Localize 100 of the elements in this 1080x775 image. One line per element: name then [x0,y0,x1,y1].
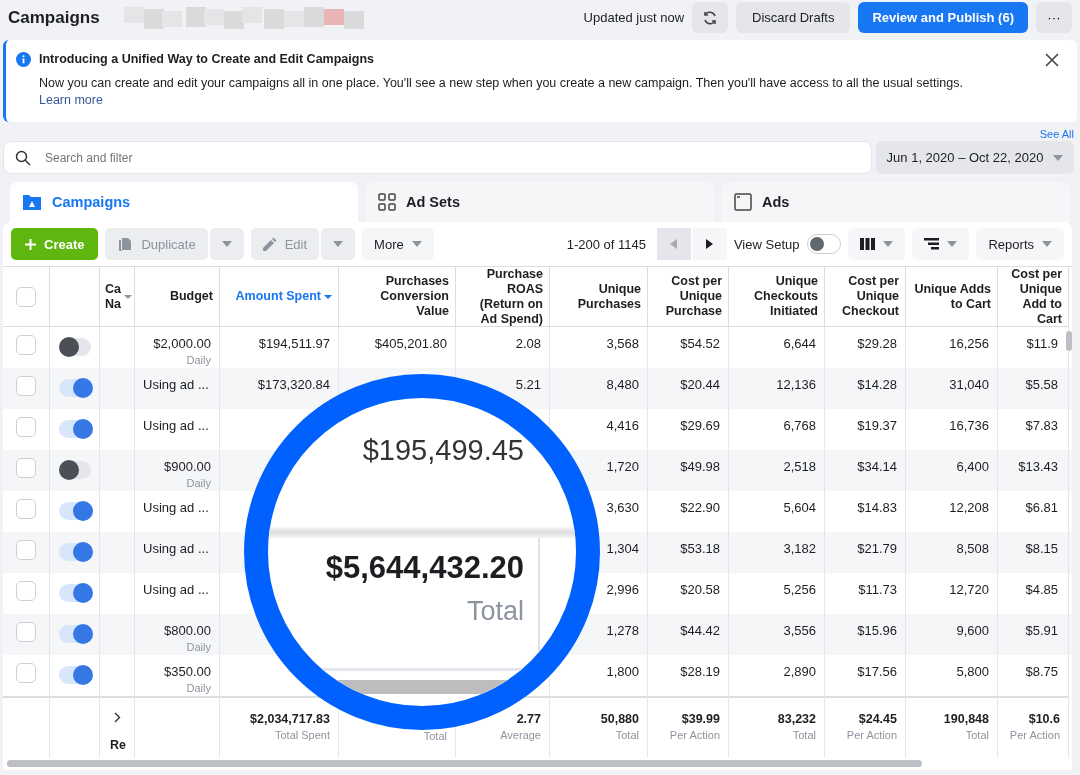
table-cell: $34.14 [857,459,897,474]
budget-value: Using ad ... [143,377,209,392]
date-range-picker[interactable]: Jun 1, 2020 – Oct 22, 2020 [876,141,1074,174]
table-cell: $21.79 [857,541,897,556]
breakdown-icon [924,238,940,250]
copy-icon [117,236,134,252]
tab[interactable]: Campaigns [10,182,358,222]
dropdown-button[interactable] [209,228,244,260]
table-cell: 6,400 [956,459,989,474]
budget-period: Daily [186,641,211,653]
window-icon [734,193,752,211]
total-value: 83,232 [777,712,816,726]
reports-button[interactable]: Reports [976,228,1064,260]
column-header[interactable]: Ca Na [105,281,121,312]
column-header[interactable]: Cost per Unique Checkout [831,274,899,319]
status-toggle[interactable] [58,584,91,602]
row-checkbox[interactable] [16,540,36,560]
column-header[interactable]: Budget [169,289,213,304]
table-cell: 5,800 [956,664,989,679]
learn-more-link[interactable]: Learn more [39,93,103,107]
review-publish-button[interactable]: Review and Publish (6) [858,2,1028,33]
breakdown-button[interactable] [912,228,970,260]
more-button[interactable]: More [362,228,434,260]
table-cell: $13.43 [1018,459,1058,474]
table-cell: 2.08 [515,336,541,351]
table-cell: $4.85 [1025,582,1058,597]
select-all-checkbox[interactable] [16,286,36,307]
status-toggle[interactable] [58,666,91,684]
refresh-button[interactable] [692,2,729,33]
budget-value: Using ad ... [143,500,209,515]
status-toggle[interactable] [58,338,91,356]
total-value: $39.99 [681,712,720,726]
table-cell: $29.69 [680,418,720,433]
status-toggle[interactable] [58,543,91,561]
columns-icon [860,238,876,250]
caret-icon [947,241,958,247]
row-checkbox[interactable] [16,581,36,601]
table-cell: $17.56 [857,664,897,679]
table-cell: 9,600 [956,623,989,638]
table-cell: $20.58 [680,582,720,597]
total-value: $2,034,717.83 [250,712,330,726]
table-cell: 16,256 [949,336,989,351]
status-toggle[interactable] [58,461,91,479]
total-caption: Total [965,729,989,741]
budget-value: $800.00 [164,623,211,638]
status-toggle[interactable] [58,625,91,643]
column-header[interactable]: Cost per Unique Add to Cart [1004,266,1062,327]
discard-drafts-button[interactable]: Discard Drafts [736,2,851,33]
tab[interactable]: Ad Sets [366,182,714,222]
close-button[interactable] [1045,53,1059,67]
table-cell: 2,518 [783,459,816,474]
refresh-icon [702,9,719,26]
search-field[interactable]: Search and filter [3,141,872,174]
more-options-button[interactable]: ··· [1036,2,1072,33]
table-cell: 3,182 [783,541,816,556]
table-cell: $54.52 [680,336,720,351]
tab[interactable]: Ads [722,182,1070,222]
total-caption: Total Spent [274,729,330,741]
magnified-value: $195,499.45 [362,434,524,467]
dropdown-button[interactable] [321,228,356,260]
column-header[interactable]: Cost per Unique Purchase [654,274,722,319]
banner-title: Introducing a Unified Way to Create and Edit Campaigns [39,52,375,66]
expand-chevron-icon[interactable] [113,712,121,723]
row-checkbox[interactable] [16,622,36,642]
table-cell: 3,568 [606,336,639,351]
row-checkbox[interactable] [16,499,36,519]
table-cell: $22.90 [680,500,720,515]
status-toggle[interactable] [58,379,91,397]
row-checkbox[interactable] [16,458,36,478]
row-checkbox[interactable] [16,335,36,355]
row-checkbox[interactable] [16,417,36,437]
budget-value: Using ad ... [143,418,209,433]
total-caption: Average [500,729,541,741]
next-page-button[interactable] [692,228,727,260]
see-all-link[interactable]: See All [1039,128,1074,140]
budget-value: $2,000.00 [153,336,211,351]
table-cell: $19.37 [857,418,897,433]
info-icon [16,52,31,67]
column-header[interactable]: Unique Checkouts Initiated [735,274,818,319]
column-header[interactable]: Unique Adds to Cart [912,281,991,312]
row-checkbox[interactable] [16,376,36,396]
table-cell: 3,630 [606,500,639,515]
column-header[interactable]: Purchase ROAS (Return on Ad Spend) [462,266,543,327]
total-value: $24.45 [858,712,897,726]
column-header[interactable]: Amount Spent [235,289,321,304]
horizontal-scrollbar[interactable] [7,760,922,767]
table-cell: 8,508 [956,541,989,556]
columns-button[interactable] [848,228,906,260]
column-header[interactable]: Purchases Conversion Value [345,274,449,319]
table-cell: 1,278 [606,623,639,638]
table-cell: $53.18 [680,541,720,556]
table-cell: 1,304 [606,541,639,556]
budget-period: Daily [186,354,211,366]
status-toggle[interactable] [58,502,91,520]
row-checkbox[interactable] [16,663,36,683]
caret-icon [333,241,344,247]
vertical-scrollbar[interactable] [1066,331,1072,351]
status-toggle[interactable] [58,420,91,438]
column-header[interactable]: Unique Purchases [556,281,641,312]
table-cell: 12,720 [949,582,989,597]
